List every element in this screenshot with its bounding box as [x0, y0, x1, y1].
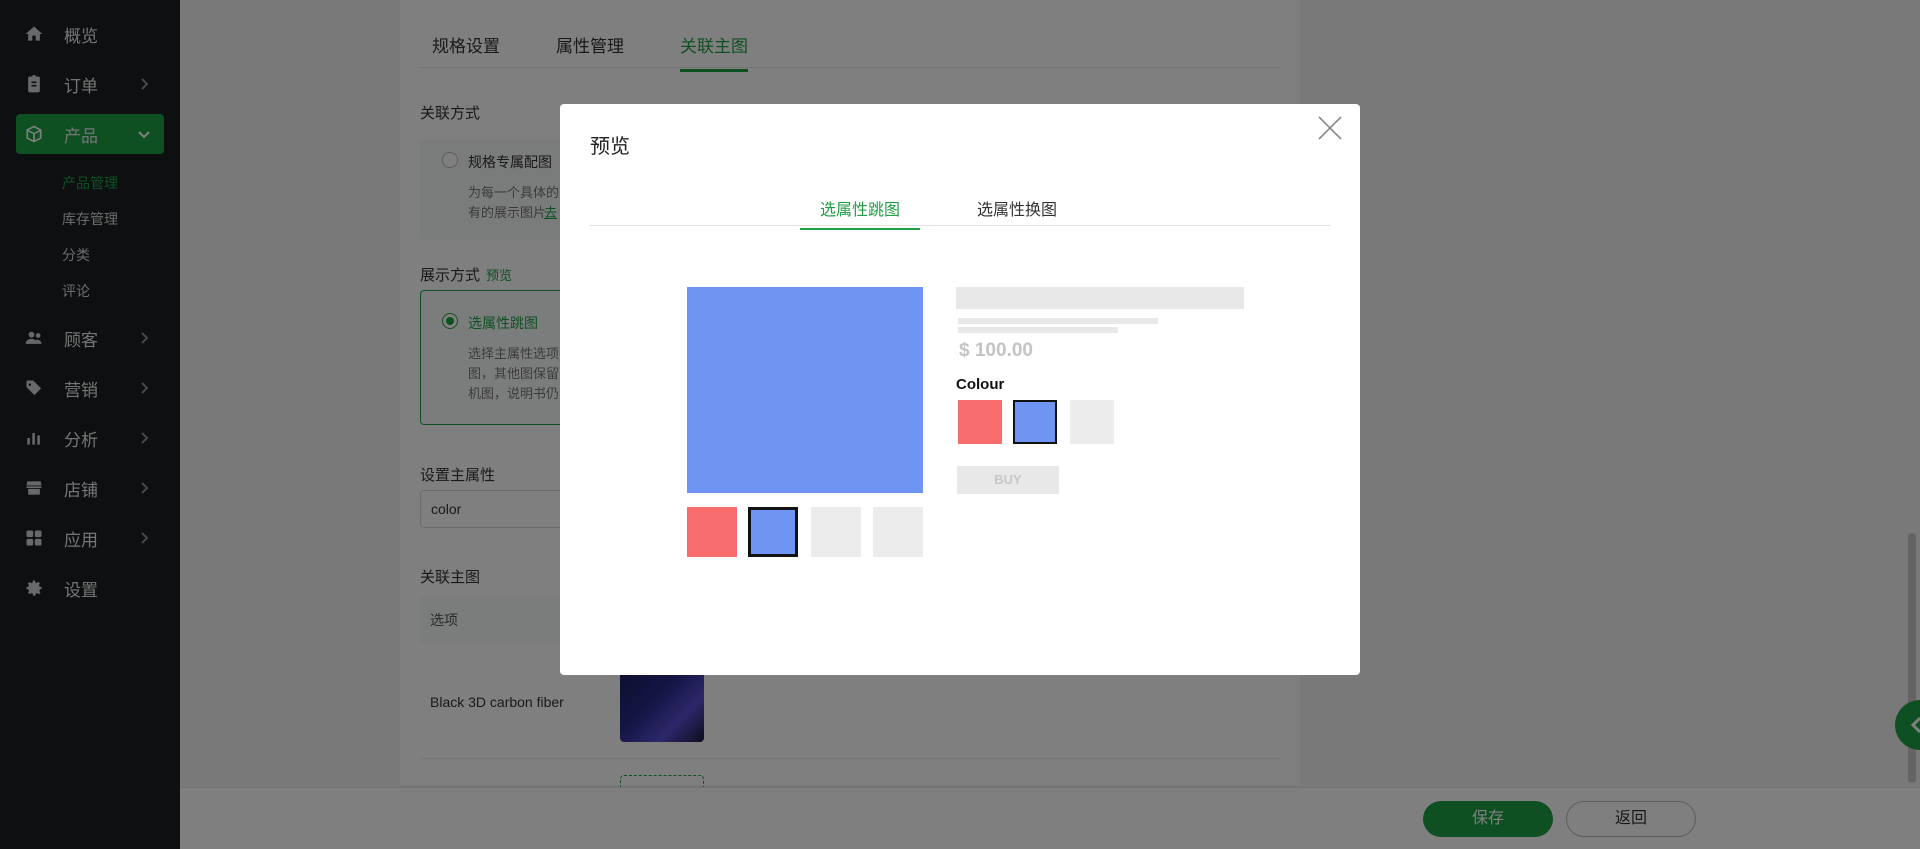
modal-tabs: 选属性跳图 选属性换图	[590, 194, 1330, 230]
product-desc-skeleton	[958, 318, 1158, 324]
tab-attribute-jump-image[interactable]: 选属性跳图	[800, 196, 921, 230]
colour-label: Colour	[956, 376, 1005, 393]
buy-button[interactable]: BUY	[957, 466, 1059, 494]
colour-swatch-red[interactable]	[958, 400, 1002, 444]
colour-swatch-blue-selected[interactable]	[1013, 400, 1057, 444]
product-desc-skeleton	[958, 327, 1118, 333]
close-icon	[1318, 116, 1342, 140]
tab-attribute-swap-image[interactable]: 选属性换图	[957, 196, 1077, 228]
product-price: $ 100.00	[959, 340, 1033, 361]
product-title-skeleton	[956, 287, 1244, 309]
thumbnail-empty[interactable]	[873, 507, 923, 557]
close-button[interactable]	[1316, 114, 1344, 142]
modal-title: 预览	[590, 136, 630, 158]
thumbnail-blue-selected[interactable]	[748, 507, 798, 557]
thumbnail-empty[interactable]	[811, 507, 861, 557]
preview-modal: 预览 选属性跳图 选属性换图 $ 100.00 Colour BUY	[560, 104, 1360, 675]
colour-swatch-empty[interactable]	[1070, 400, 1114, 444]
preview-main-image	[687, 287, 923, 493]
thumbnail-red[interactable]	[687, 507, 737, 557]
